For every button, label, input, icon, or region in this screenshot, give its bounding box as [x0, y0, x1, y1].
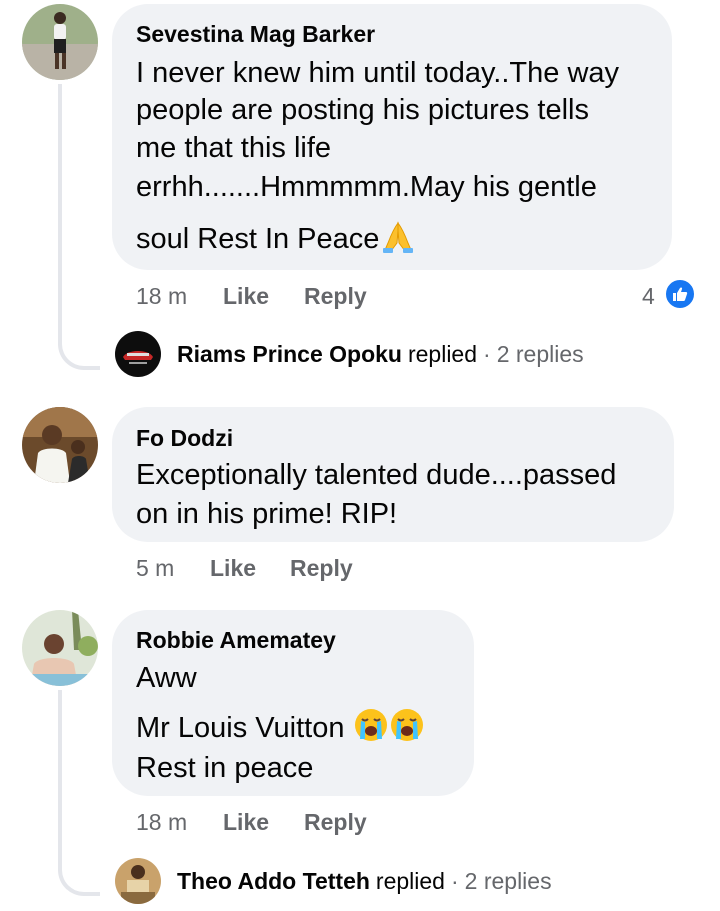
reply-button[interactable]: Reply [304, 282, 367, 310]
reply-count: 2 replies [496, 340, 584, 367]
reply-author-name: Theo Addo Tetteh [177, 867, 370, 894]
comment-text-line: people are posting his pictures tells [136, 94, 589, 126]
comment-author-name[interactable]: Fo Dodzi [136, 424, 233, 452]
thumbs-up-icon[interactable] [664, 278, 696, 310]
reply-thread-line [58, 84, 100, 370]
comment-text-line: Aww [136, 662, 197, 694]
reply-verb: replied [375, 867, 445, 894]
reply-verb: replied [407, 340, 478, 367]
separator-dot: · [450, 867, 459, 894]
like-button[interactable]: Like [210, 554, 256, 582]
reply-button[interactable]: Reply [304, 808, 367, 836]
comment-author-avatar[interactable] [22, 4, 98, 80]
comment-author-name[interactable]: Sevestina Mag Barker [136, 20, 375, 48]
comment-author-avatar[interactable] [22, 407, 98, 483]
comment-author-avatar[interactable] [22, 610, 98, 686]
reply-count: 2 replies [464, 867, 552, 894]
view-replies-link[interactable]: Riams Prince Opoku replied · 2 replies [115, 331, 584, 377]
view-replies-link[interactable]: Theo Addo Tetteh replied · 2 replies [115, 858, 552, 904]
folded-hands-emoji [379, 217, 417, 264]
loudly-crying-face-emoji [353, 707, 389, 752]
like-button[interactable]: Like [223, 282, 269, 310]
reply-button[interactable]: Reply [290, 554, 353, 582]
comment-text-line: me that this life [136, 132, 332, 164]
comment-timestamp[interactable]: 18 m [136, 808, 187, 836]
reply-author-name: Riams Prince Opoku [177, 340, 402, 367]
comment-author-name[interactable]: Robbie Amematey [136, 626, 336, 654]
comment-timestamp[interactable]: 18 m [136, 282, 187, 310]
comment-text-line: soul Rest In Peace [136, 223, 380, 256]
reply-author-avatar [115, 858, 161, 904]
loudly-crying-face-emoji [389, 707, 425, 752]
comment-text-line: Exceptionally talented dude....passed [136, 459, 617, 491]
comment-text-line: errhh.......Hmmmmm.May his gentle [136, 171, 597, 203]
comment-text-line: Mr Louis Vuitton [136, 712, 345, 745]
comment-timestamp[interactable]: 5 m [136, 554, 174, 582]
like-button[interactable]: Like [223, 808, 269, 836]
reaction-count[interactable]: 4 [642, 282, 655, 310]
comment-text-line: I never knew him until today..The way [136, 57, 620, 89]
comments-section: Sevestina Mag Barker I never knew him un… [0, 0, 720, 911]
separator-dot: · [483, 340, 491, 367]
comment-text-line: Rest in peace [136, 752, 314, 784]
reply-thread-line [58, 690, 100, 896]
reply-author-avatar [115, 331, 161, 377]
comment-text-line: on in his prime! RIP! [136, 498, 398, 530]
